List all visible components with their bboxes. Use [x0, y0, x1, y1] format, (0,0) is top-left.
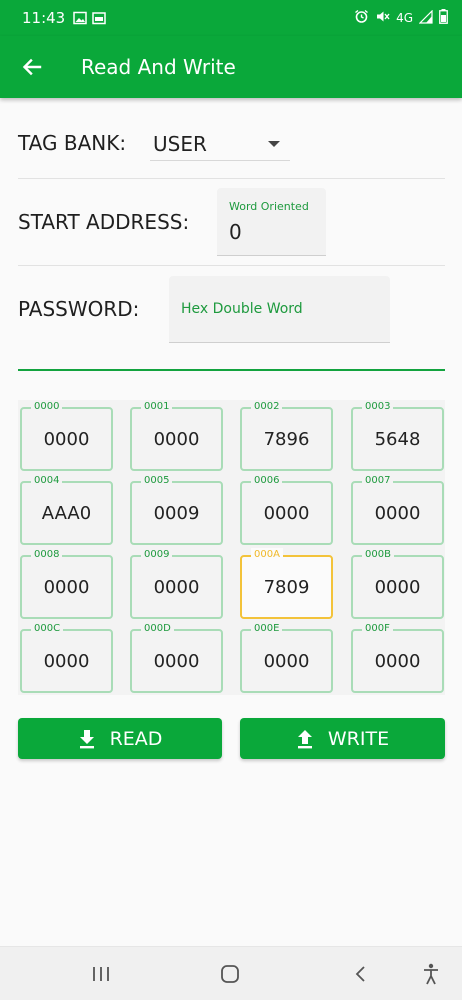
divider: [18, 178, 445, 179]
calendar-icon: [92, 11, 106, 25]
cell-value: 7896: [263, 429, 310, 450]
cell-value: 0000: [263, 651, 310, 672]
memory-cell[interactable]: 000D 0000: [130, 622, 223, 693]
memory-cell[interactable]: 0006 0000: [240, 474, 333, 545]
cell-value: 0000: [263, 503, 310, 524]
signal-icon: [418, 9, 433, 27]
cell-address: 000F: [362, 622, 393, 636]
status-bar: 11:43 4G: [0, 0, 462, 36]
cell-address: 000A: [251, 548, 283, 562]
recent-apps-button[interactable]: [88, 961, 114, 987]
cell-address: 0008: [31, 548, 63, 562]
memory-grid: 0000 0000 0001 0000 0002 7896 0003 5648 0004…: [18, 400, 445, 695]
home-icon: [221, 965, 239, 983]
network-type: 4G: [396, 11, 413, 25]
cell-address: 0002: [251, 400, 283, 414]
memory-cell[interactable]: 0008 0000: [20, 548, 113, 619]
cell-value: AAA0: [41, 503, 92, 524]
memory-cell[interactable]: 0001 0000: [130, 400, 223, 471]
cell-address: 0001: [141, 400, 173, 414]
memory-cell[interactable]: 0009 0000: [130, 548, 223, 619]
cell-value: 0000: [43, 577, 90, 598]
recent-apps-icon: [93, 967, 109, 981]
accessibility-button[interactable]: [418, 961, 444, 987]
cell-value: 0000: [374, 577, 421, 598]
cell-address: 0003: [362, 400, 394, 414]
cell-value: 0000: [43, 429, 90, 450]
status-time: 11:43: [22, 9, 66, 27]
password-placeholder: Hex Double Word: [181, 301, 303, 317]
memory-cell[interactable]: 000E 0000: [240, 622, 333, 693]
memory-cell[interactable]: 0007 0000: [351, 474, 444, 545]
cell-address: 0006: [251, 474, 283, 488]
memory-cell[interactable]: 0003 5648: [351, 400, 444, 471]
cell-address: 000C: [31, 622, 64, 636]
password-label: PASSWORD:: [18, 297, 140, 321]
memory-cell-focused[interactable]: 000A 7809: [240, 548, 333, 619]
cell-value: 0000: [374, 503, 421, 524]
section-divider: [18, 369, 445, 371]
nav-back-button[interactable]: [348, 961, 374, 987]
chevron-left-icon: [355, 966, 365, 982]
start-address-value: 0: [229, 220, 242, 244]
memory-cell[interactable]: 0005 0009: [130, 474, 223, 545]
cell-address: 0009: [141, 548, 173, 562]
tag-bank-label: TAG BANK:: [18, 131, 127, 155]
cell-value: 0000: [374, 651, 421, 672]
accessibility-icon: [424, 963, 438, 985]
cell-value: 0000: [153, 577, 200, 598]
write-button-label: WRITE: [327, 727, 390, 750]
memory-cell[interactable]: 000C 0000: [20, 622, 113, 693]
dropdown-caret-icon: [268, 141, 280, 147]
mute-icon: [375, 9, 390, 27]
page-title: Read And Write: [81, 55, 236, 79]
start-address-label: START ADDRESS:: [18, 210, 190, 234]
cell-address: 000D: [141, 622, 174, 636]
download-icon: [79, 729, 94, 748]
back-button[interactable]: [0, 36, 64, 98]
cell-address: 000B: [362, 548, 394, 562]
memory-cell[interactable]: 0000 0000: [20, 400, 113, 471]
cell-value: 5648: [374, 429, 421, 450]
cell-value: 7809: [263, 577, 310, 598]
cell-address: 0004: [31, 474, 63, 488]
cell-value: 0009: [153, 503, 200, 524]
start-address-hint: Word Oriented: [229, 200, 309, 213]
cell-address: 0000: [31, 400, 63, 414]
app-bar: Read And Write: [0, 36, 462, 98]
start-address-field[interactable]: Word Oriented 0: [217, 188, 326, 256]
cell-address: 0007: [362, 474, 394, 488]
cell-address: 000E: [251, 622, 283, 636]
cell-value: 0000: [153, 651, 200, 672]
memory-cell[interactable]: 0002 7896: [240, 400, 333, 471]
tag-bank-select[interactable]: USER: [150, 127, 290, 161]
cell-value: 0000: [43, 651, 90, 672]
cell-value: 0000: [153, 429, 200, 450]
gallery-icon: [73, 11, 87, 25]
tag-bank-value: USER: [153, 131, 207, 156]
battery-icon: [439, 9, 448, 27]
upload-icon: [297, 729, 312, 748]
home-button[interactable]: [217, 961, 243, 987]
system-nav-bar: [0, 946, 462, 1000]
memory-cell[interactable]: 0004 AAA0: [20, 474, 113, 545]
memory-cell[interactable]: 000B 0000: [351, 548, 444, 619]
password-field[interactable]: Hex Double Word: [169, 276, 390, 343]
arrow-left-icon: [22, 58, 42, 76]
divider: [18, 265, 445, 266]
cell-address: 0005: [141, 474, 173, 488]
write-button[interactable]: WRITE: [240, 718, 445, 759]
read-button[interactable]: READ: [18, 718, 222, 759]
read-button-label: READ: [109, 727, 163, 750]
alarm-icon: [354, 9, 369, 27]
memory-cell[interactable]: 000F 0000: [351, 622, 444, 693]
